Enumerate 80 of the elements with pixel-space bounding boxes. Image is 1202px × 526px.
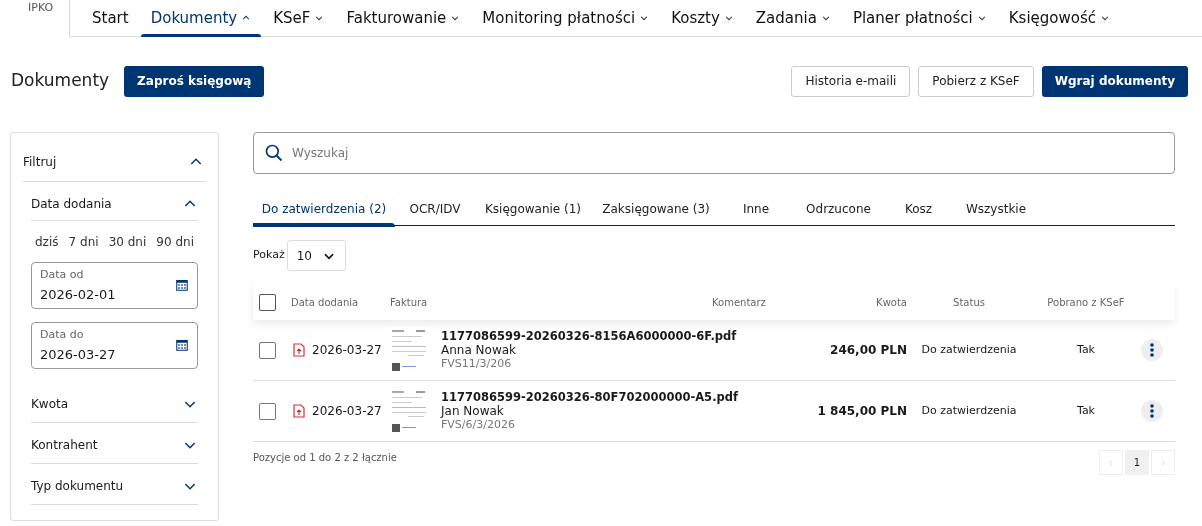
page-size-select[interactable]: 10 bbox=[286, 240, 346, 271]
nav-tab[interactable]: KSeF bbox=[263, 0, 335, 36]
page-title: Dokumenty bbox=[11, 69, 110, 93]
table-cell-text: Tak bbox=[1076, 341, 1096, 358]
caret-icon bbox=[1100, 13, 1111, 23]
range-link[interactable]: 30 dni bbox=[108, 233, 147, 251]
table-cell-text: 2026-03-27 bbox=[312, 403, 382, 420]
nav-tab[interactable]: Monitoring płatności bbox=[472, 0, 660, 36]
column-header: Komentarz bbox=[712, 295, 767, 310]
more-button[interactable] bbox=[1141, 339, 1163, 361]
nav-tab[interactable]: Start bbox=[82, 0, 139, 36]
file-name[interactable]: 1177086599-20260326-80F702000000-A5.pdf bbox=[441, 390, 738, 404]
table-cell-text: Tak bbox=[1076, 402, 1096, 419]
column-header: Pobrano z KSeF bbox=[1046, 295, 1126, 310]
more-button[interactable] bbox=[1141, 400, 1163, 422]
caret-icon bbox=[639, 13, 650, 23]
pdf-file-icon bbox=[293, 343, 305, 357]
column-header: Status bbox=[952, 295, 986, 310]
search-icon bbox=[264, 143, 284, 163]
row-checkbox[interactable] bbox=[259, 341, 276, 359]
caret-icon bbox=[450, 13, 461, 23]
action-button[interactable]: Wgraj dokumenty bbox=[1041, 65, 1188, 97]
calendar-icon bbox=[176, 279, 188, 291]
file-name[interactable]: 1177086599-20260326-8156A6000000-6F.pdf bbox=[441, 329, 737, 343]
caret-icon bbox=[976, 13, 987, 23]
caret-icon bbox=[820, 13, 831, 23]
page-size-label: Pokaż bbox=[253, 247, 285, 264]
tab[interactable]: Inne bbox=[721, 192, 791, 225]
invoice-number: FVS/6/3/2026 bbox=[441, 418, 516, 432]
logo-text[interactable]: IPKO bbox=[28, 0, 54, 17]
calendar-icon bbox=[176, 339, 188, 351]
tab[interactable]: Kosz bbox=[886, 192, 951, 225]
column-header: Faktura bbox=[390, 295, 429, 310]
more-icon bbox=[1150, 343, 1154, 357]
nav-tab[interactable]: Księgowość bbox=[998, 0, 1121, 36]
invite-button[interactable]: Zaproś księgową bbox=[124, 65, 265, 97]
status-cell-text: Do zatwierdzenia bbox=[920, 402, 1018, 419]
nav-tab[interactable]: Planer płatności bbox=[842, 0, 997, 36]
nav-tab[interactable]: Koszty bbox=[661, 0, 744, 36]
search-input[interactable]: Wyszukaj bbox=[292, 144, 1164, 162]
summary-text: Pozycje od 1 do 2 z 2 łącznie bbox=[253, 451, 397, 465]
tab[interactable]: Zaksięgowane (3) bbox=[591, 192, 721, 225]
contractor-name: Jan Nowak bbox=[441, 404, 505, 418]
nav-tab[interactable]: Zadania bbox=[745, 0, 841, 36]
range-link[interactable]: 90 dni bbox=[156, 233, 194, 251]
filter-section-title: Kontrahent bbox=[31, 437, 98, 454]
column-header: Data dodania bbox=[291, 295, 360, 310]
date-field[interactable]: Data od 2026-02-01 bbox=[31, 262, 198, 309]
tab[interactable]: Do zatwierdzenia (2) bbox=[253, 192, 395, 225]
select-all-checkbox[interactable] bbox=[259, 293, 276, 311]
tab[interactable]: Odrzucone bbox=[791, 192, 886, 225]
caret-icon bbox=[314, 13, 325, 23]
more-icon bbox=[1150, 404, 1154, 418]
action-button[interactable]: Historia e-maili bbox=[791, 65, 911, 97]
search-field[interactable]: Wyszukaj bbox=[253, 132, 1175, 174]
range-link[interactable]: dziś bbox=[35, 233, 59, 251]
action-button[interactable]: Pobierz z KSeF bbox=[918, 65, 1034, 97]
page-button[interactable]: 1 bbox=[1125, 450, 1149, 475]
date-field[interactable]: Data do 2026-03-27 bbox=[31, 322, 198, 369]
nav-tab[interactable]: Fakturowanie bbox=[336, 0, 471, 36]
amount-cell-text: 246,00 PLN bbox=[829, 342, 907, 359]
amount-cell-text: 1 845,00 PLN bbox=[816, 403, 907, 420]
filter-section-title: Data dodania bbox=[31, 196, 112, 213]
range-link[interactable]: 7 dni bbox=[68, 233, 99, 251]
pdf-file-icon bbox=[293, 404, 305, 418]
filter-section-title: Typ dokumentu bbox=[31, 478, 124, 495]
tab[interactable]: Księgowanie (1) bbox=[475, 192, 591, 225]
table-cell-text: 2026-03-27 bbox=[312, 342, 382, 359]
column-header: Kwota bbox=[875, 295, 907, 310]
row-checkbox[interactable] bbox=[259, 402, 276, 420]
caret-icon bbox=[241, 13, 252, 23]
nav-tab[interactable]: Dokumenty bbox=[140, 0, 262, 36]
tab[interactable]: Wszystkie bbox=[951, 192, 1041, 225]
invoice-number: FVS11/3/206 bbox=[441, 357, 513, 371]
status-cell-text: Do zatwierdzenia bbox=[920, 341, 1018, 358]
tab[interactable]: OCR/IDV bbox=[395, 192, 475, 225]
filter-title: Filtruj bbox=[23, 154, 57, 171]
caret-icon bbox=[723, 13, 734, 23]
filter-section-title: Kwota bbox=[31, 396, 69, 413]
contractor-name: Anna Nowak bbox=[441, 343, 518, 357]
